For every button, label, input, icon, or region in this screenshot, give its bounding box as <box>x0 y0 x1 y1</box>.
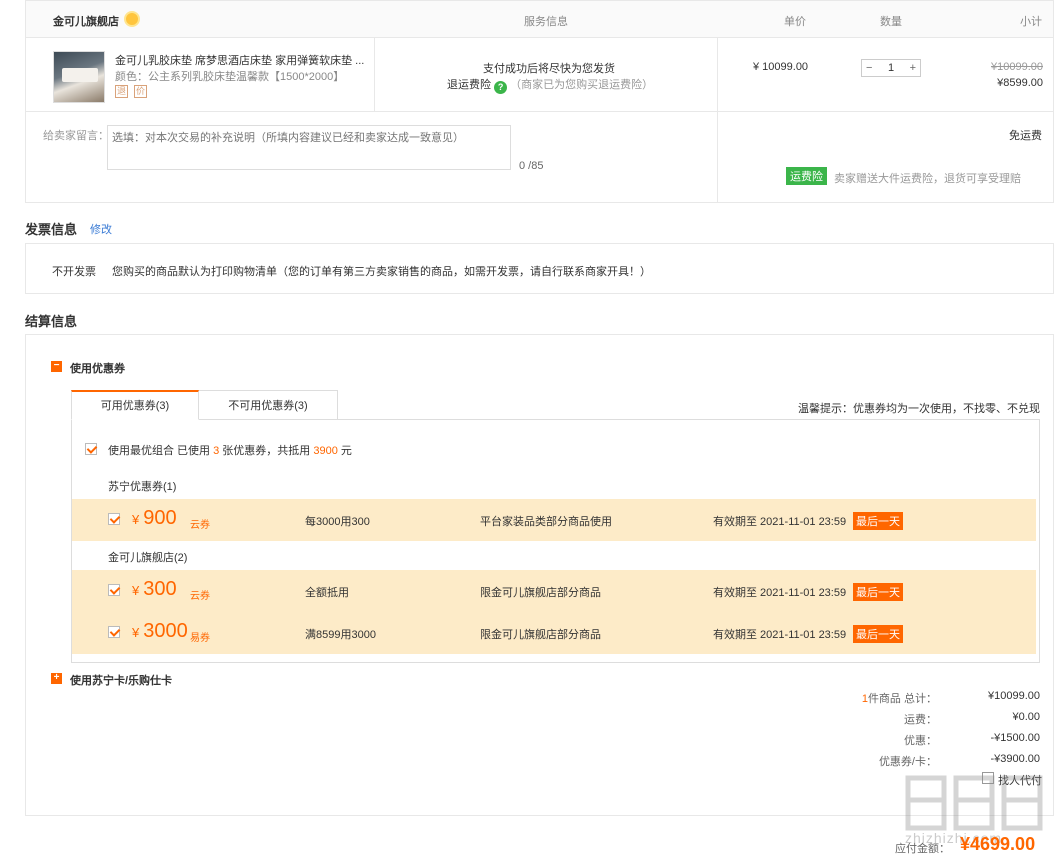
original-subtotal: ¥10099.00 <box>991 61 1043 73</box>
invoice-note: 您购买的商品默认为打印购物清单（您的订单有第三方卖家销售的商品，如需开发票，请自… <box>112 266 651 278</box>
shop-name[interactable]: 金可儿旗舰店 <box>53 13 119 29</box>
coupon-group-label: 金可儿旗舰店(2) <box>108 552 188 564</box>
best-combo-label: 使用最优组合 已使用 3 张优惠券，共抵用 3900 元 <box>108 445 352 457</box>
invoice-box: 不开发票 您购买的商品默认为打印购物清单（您的订单有第三方卖家销售的商品，如需开… <box>25 243 1054 294</box>
card-toggle[interactable]: 使用苏宁卡/乐购仕卡 <box>70 672 172 688</box>
header-unit-price: 单价 <box>784 16 806 28</box>
coupon-source: 云券 <box>190 520 210 531</box>
coupon-row[interactable]: ¥300 云券 全额抵用 限金可儿旗舰店部分商品 有效期至 2021-11-01… <box>72 570 1036 612</box>
quantity-stepper: − 1 + <box>861 59 921 77</box>
seller-message-input[interactable] <box>107 125 511 170</box>
insurance-link[interactable]: 退运费险 <box>447 79 491 91</box>
settlement-title: 结算信息 <box>25 314 78 329</box>
divider <box>717 38 718 203</box>
last-day-badge: 最后一天 <box>853 583 903 601</box>
coupon-scope: 平台家装品类部分商品使用 <box>480 516 612 528</box>
order-table: 金可儿旗舰店 服务信息 单价 数量 小计 金可儿乳胶床垫 席梦思酒店床垫 家用弹… <box>25 0 1054 203</box>
collapse-icon[interactable]: − <box>51 361 62 372</box>
coupon-checkbox[interactable] <box>108 513 120 525</box>
header-subtotal: 小计 <box>1020 16 1042 28</box>
invoice-title: 发票信息 <box>25 222 78 237</box>
summary-discount: -¥1500.00 <box>990 732 1040 744</box>
coupon-tip: 温馨提示：优惠券均为一次使用，不找零、不兑现 <box>798 403 1040 415</box>
qty-minus-button[interactable]: − <box>866 62 872 74</box>
message-label: 给卖家留言： <box>43 130 109 142</box>
product-spec: 颜色：公主系列乳胶床垫温馨款【1500*2000】 <box>115 71 345 83</box>
message-char-count: 0 /85 <box>519 160 544 172</box>
product-title[interactable]: 金可儿乳胶床垫 席梦思酒店床垫 家用弹簧软床垫 ... <box>115 52 365 68</box>
header-quantity: 数量 <box>880 16 902 28</box>
coupon-amount: ¥900 <box>132 507 177 529</box>
coupon-group-label: 苏宁优惠券(1) <box>108 481 177 493</box>
price-tag-icon: 价 <box>134 85 147 98</box>
coupon-expiry: 有效期至 2021-11-01 23:59 <box>713 587 847 599</box>
summary-total: ¥10099.00 <box>988 690 1040 702</box>
help-icon[interactable]: ? <box>494 81 508 94</box>
coupon-source: 云券 <box>190 591 210 602</box>
order-header: 金可儿旗舰店 服务信息 单价 数量 小计 <box>26 0 1053 38</box>
divider <box>374 38 375 112</box>
coupon-scope: 限金可儿旗舰店部分商品 <box>480 587 601 599</box>
return-tag-icon: 退 <box>115 85 128 98</box>
insurance-badge: 运费险 <box>786 167 827 185</box>
summary-shipping: ¥0.00 <box>1012 711 1040 723</box>
summary-coupon-label: 优惠券/卡： <box>878 756 937 768</box>
insurance-gift-note: 卖家赠送大件运费险，退货可享受理赔 <box>834 173 1021 185</box>
order-item-row: 金可儿乳胶床垫 席梦思酒店床垫 家用弹簧软床垫 ... 颜色：公主系列乳胶床垫温… <box>26 38 1053 203</box>
coupon-scope: 限金可儿旗舰店部分商品 <box>480 629 601 641</box>
service-shipping-text: 支付成功后将尽快为您发货 <box>483 63 615 75</box>
shipping-fee: 免运费 <box>1009 130 1042 142</box>
summary-coupon: -¥3900.00 <box>990 753 1040 765</box>
coupon-amount: ¥300 <box>132 578 177 600</box>
pay-amount-label: 应付金额： <box>895 843 950 855</box>
invoice-edit-link[interactable]: 修改 <box>90 221 112 237</box>
insurance-note: （商家已为您购买退运费险） <box>510 79 654 91</box>
coupon-rule: 满8599用3000 <box>305 629 376 641</box>
qty-plus-button[interactable]: + <box>910 62 916 74</box>
header-service: 服务信息 <box>524 16 568 28</box>
coupon-row[interactable]: ¥900 云券 每3000用300 平台家装品类部分商品使用 有效期至 2021… <box>72 499 1036 541</box>
qty-value[interactable]: 1 <box>888 62 894 74</box>
last-day-badge: 最后一天 <box>853 625 903 643</box>
coupon-row[interactable]: ¥3000 易券 满8599用3000 限金可儿旗舰店部分商品 有效期至 202… <box>72 612 1036 654</box>
tab-available-coupons[interactable]: 可用优惠券(3) <box>71 390 199 420</box>
invoice-type: 不开发票 <box>52 266 96 278</box>
best-combo-checkbox[interactable] <box>85 443 97 455</box>
service-insurance: 退运费险 ? （商家已为您购买退运费险） <box>447 76 653 94</box>
unit-price: ¥ 10099.00 <box>753 61 809 73</box>
shop-badge-icon <box>124 11 140 27</box>
subtotal: ¥8599.00 <box>997 77 1043 89</box>
pay-amount: ¥4699.00 <box>960 834 1036 854</box>
coupon-amount: ¥3000 <box>132 620 188 642</box>
summary-discount-label: 优惠： <box>904 735 937 747</box>
coupon-rule: 全额抵用 <box>305 587 349 599</box>
summary-shipping-label: 运费： <box>904 714 937 726</box>
last-day-badge: 最后一天 <box>853 512 903 530</box>
coupon-expiry: 有效期至 2021-11-01 23:59 <box>713 629 847 641</box>
tab-unavailable-coupons[interactable]: 不可用优惠券(3) <box>198 390 338 420</box>
coupon-expiry: 有效期至 2021-11-01 23:59 <box>713 516 847 528</box>
coupon-source: 易券 <box>190 633 210 644</box>
expand-icon[interactable]: + <box>51 673 62 684</box>
coupon-checkbox[interactable] <box>108 626 120 638</box>
coupon-toggle[interactable]: 使用优惠券 <box>70 360 125 376</box>
summary-total-label: 1件商品 总计： <box>861 693 937 705</box>
coupon-rule: 每3000用300 <box>305 516 370 528</box>
coupon-checkbox[interactable] <box>108 584 120 596</box>
product-thumbnail[interactable] <box>53 51 105 103</box>
